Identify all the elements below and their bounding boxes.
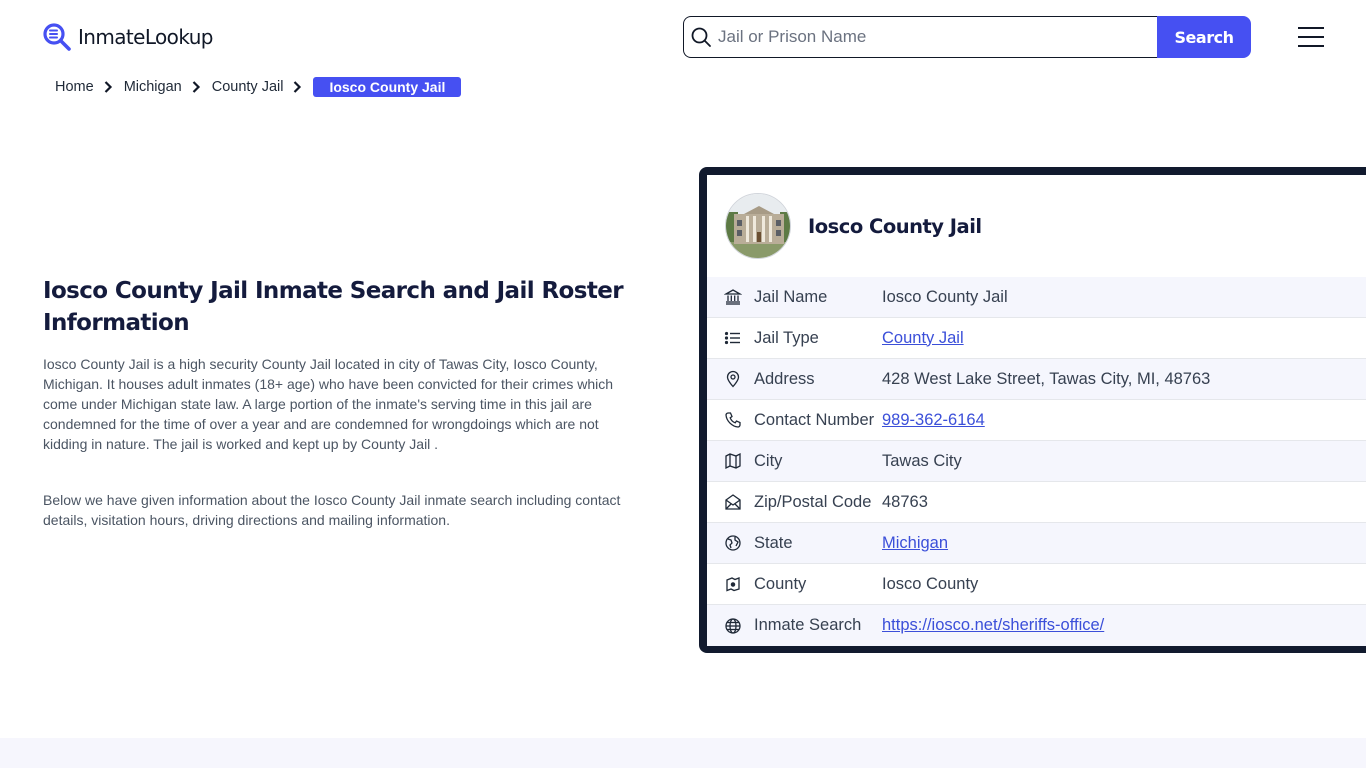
chevron-right-icon xyxy=(294,81,302,93)
list-icon xyxy=(724,331,740,345)
detail-row-address: Address 428 West Lake Street, Tawas City… xyxy=(707,359,1366,400)
jail-type-link[interactable]: County Jail xyxy=(882,329,964,348)
row-label: Zip/Postal Code xyxy=(754,492,872,511)
detail-row-contact-number: Contact Number 989-362-6164 xyxy=(707,400,1366,441)
site-header: InmateLookup Search xyxy=(0,0,1366,72)
phone-icon xyxy=(725,412,741,428)
inmate-search-link[interactable]: https://iosco.net/sheriffs-office/ xyxy=(882,616,1104,635)
description-paragraph: Below we have given information about th… xyxy=(43,492,621,528)
card-title: Iosco County Jail xyxy=(808,214,982,238)
breadcrumb-michigan[interactable]: Michigan xyxy=(124,79,182,95)
logo-text: InmateLookup xyxy=(78,25,213,49)
chevron-right-icon xyxy=(192,81,200,93)
world-icon xyxy=(725,535,741,551)
detail-row-jail-type: Jail Type County Jail xyxy=(707,318,1366,359)
logo-magnifier-icon xyxy=(43,23,71,51)
mail-open-icon xyxy=(725,494,741,510)
breadcrumb-home[interactable]: Home xyxy=(55,79,94,95)
zip-value: 48763 xyxy=(882,492,928,511)
card-header: Iosco County Jail xyxy=(707,175,1366,277)
address-value: 428 West Lake Street, Tawas City, MI, 48… xyxy=(882,369,1211,388)
page-title: Iosco County Jail Inmate Search and Jail… xyxy=(43,278,624,336)
search-button[interactable]: Search xyxy=(1157,16,1251,58)
row-label: City xyxy=(754,451,783,470)
search-icon xyxy=(691,27,711,47)
city-value: Tawas City xyxy=(882,451,962,470)
detail-row-inmate-search: Inmate Search https://iosco.net/sheriffs… xyxy=(707,605,1366,646)
building-columns-icon xyxy=(724,289,742,305)
jail-name-value: Iosco County Jail xyxy=(882,287,1008,306)
jail-info-card: Iosco County Jail Jail Name Iosco County… xyxy=(699,167,1366,653)
detail-row-city: City Tawas City xyxy=(707,441,1366,482)
search-input[interactable] xyxy=(718,27,1138,47)
row-label: State xyxy=(754,533,793,552)
globe-icon xyxy=(725,617,741,634)
hamburger-menu-icon[interactable] xyxy=(1298,27,1324,47)
chevron-right-icon xyxy=(104,81,112,93)
contact-number-link[interactable]: 989-362-6164 xyxy=(882,411,985,430)
description-paragraph: Iosco County Jail is a high security Cou… xyxy=(43,356,614,452)
search-box xyxy=(683,16,1157,58)
logo-link[interactable]: InmateLookup xyxy=(42,22,213,52)
state-link[interactable]: Michigan xyxy=(882,534,948,553)
detail-row-county: County Iosco County xyxy=(707,564,1366,605)
detail-row-state: State Michigan xyxy=(707,523,1366,564)
breadcrumb-current: Iosco County Jail xyxy=(313,77,462,97)
search-form: Search xyxy=(683,16,1251,58)
row-label: Inmate Search xyxy=(754,616,862,634)
county-map-icon xyxy=(726,577,740,592)
jail-photo xyxy=(725,193,791,259)
row-label: Contact Number xyxy=(754,410,875,429)
jail-details-table: Jail Name Iosco County Jail Jail Type Co… xyxy=(707,277,1366,646)
county-value: Iosco County xyxy=(882,574,979,593)
row-label: Jail Type xyxy=(754,328,819,347)
jail-info-card-body: Iosco County Jail Jail Name Iosco County… xyxy=(707,175,1366,646)
map-pin-icon xyxy=(726,370,740,388)
breadcrumb-county-jail[interactable]: County Jail xyxy=(212,79,284,95)
breadcrumb: Home Michigan County Jail Iosco County J… xyxy=(55,76,462,98)
courthouse-image-icon xyxy=(726,194,790,258)
next-section-band xyxy=(0,738,1366,768)
row-label: Jail Name xyxy=(754,287,828,306)
row-label: Address xyxy=(754,369,815,388)
detail-row-jail-name: Jail Name Iosco County Jail xyxy=(707,277,1366,318)
map-icon xyxy=(725,452,741,470)
row-label: County xyxy=(754,574,807,593)
detail-row-zip: Zip/Postal Code 48763 xyxy=(707,482,1366,523)
